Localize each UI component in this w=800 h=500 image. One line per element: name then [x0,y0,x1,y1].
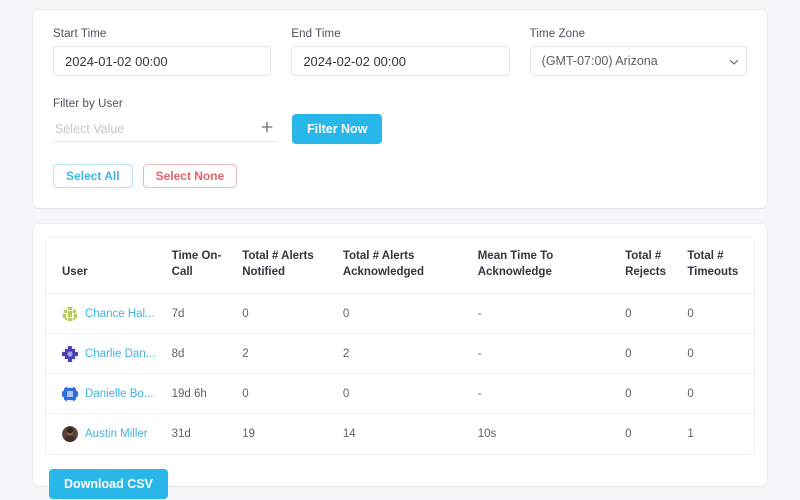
column-header-timeouts[interactable]: Total # Timeouts [681,237,754,294]
filter-by-user-field: Filter by User Select Value [53,98,278,142]
cell-alerts-acknowledged: 0 [337,374,472,414]
selection-buttons-row: Select All Select None [53,164,747,188]
cell-time-on-call: 8d [166,334,237,374]
avatar-photo [62,426,78,442]
time-zone-select[interactable]: (GMT-07:00) Arizona [530,46,747,76]
time-zone-label: Time Zone [530,28,747,40]
avatar-identicon-blue [62,386,78,402]
column-header-user[interactable]: User [46,237,166,294]
end-time-label: End Time [291,28,509,40]
user-select-input[interactable]: Select Value [53,116,278,142]
cell-mean-time-to-ack: - [472,374,619,414]
cell-user: Charlie Dan... [46,334,166,374]
cell-mean-time-to-ack: - [472,294,619,334]
filter-by-user-label: Filter by User [53,98,278,110]
cell-rejects: 0 [619,414,681,454]
cell-rejects: 0 [619,374,681,414]
table-row: Danielle Bo... 19d 6h 0 0 - 0 0 [46,374,754,414]
report-page: Start Time End Time Time Zone (GMT-07:00… [0,0,800,500]
cell-alerts-acknowledged: 14 [337,414,472,454]
cell-user: Chance Hal... [46,294,166,334]
avatar-identicon-green [62,306,78,322]
filter-now-button[interactable]: Filter Now [292,114,382,144]
column-header-time-on-call[interactable]: Time On-Call [166,237,237,294]
cell-timeouts: 0 [681,334,754,374]
end-time-field: End Time [291,28,509,76]
filter-panel: Start Time End Time Time Zone (GMT-07:00… [33,10,767,208]
oncall-report-table-container: User Time On-Call Total # Alerts Notifie… [45,236,755,455]
table-header-row: User Time On-Call Total # Alerts Notifie… [46,237,754,294]
start-time-field: Start Time [53,28,271,76]
download-csv-button[interactable]: Download CSV [49,469,168,499]
cell-alerts-notified: 19 [236,414,337,454]
table-row: Chance Hal... 7d 0 0 - 0 0 [46,294,754,334]
cell-mean-time-to-ack: 10s [472,414,619,454]
table-row: Austin Miller 31d 19 14 10s 0 1 [46,414,754,454]
start-time-input[interactable] [53,46,271,76]
cell-alerts-acknowledged: 2 [337,334,472,374]
cell-alerts-notified: 0 [236,374,337,414]
select-all-button[interactable]: Select All [53,164,133,188]
cell-timeouts: 0 [681,374,754,414]
plus-icon[interactable] [260,120,274,134]
cell-rejects: 0 [619,294,681,334]
cell-timeouts: 0 [681,294,754,334]
date-range-row: Start Time End Time Time Zone (GMT-07:00… [53,28,747,76]
cell-alerts-notified: 2 [236,334,337,374]
user-name-link[interactable]: Danielle Bo... [85,388,153,400]
user-name-link[interactable]: Charlie Dan... [85,348,155,360]
cell-time-on-call: 19d 6h [166,374,237,414]
column-header-mean-time-to-ack[interactable]: Mean Time To Acknowledge [472,237,619,294]
cell-user: Austin Miller [46,414,166,454]
avatar-identicon-indigo [62,346,78,362]
download-row: Download CSV [45,469,755,499]
cell-alerts-notified: 0 [236,294,337,334]
time-zone-value: (GMT-07:00) Arizona [530,46,747,76]
cell-user: Danielle Bo... [46,374,166,414]
user-name-link[interactable]: Chance Hal... [85,308,155,320]
user-filter-row: Filter by User Select Value Filter Now [53,98,747,142]
end-time-input[interactable] [291,46,509,76]
cell-mean-time-to-ack: - [472,334,619,374]
table-row: Charlie Dan... 8d 2 2 - 0 0 [46,334,754,374]
user-select-placeholder: Select Value [53,122,124,136]
table-body: Chance Hal... 7d 0 0 - 0 0 [46,294,754,454]
results-panel: User Time On-Call Total # Alerts Notifie… [33,224,767,486]
cell-alerts-acknowledged: 0 [337,294,472,334]
cell-time-on-call: 31d [166,414,237,454]
column-header-alerts-acknowledged[interactable]: Total # Alerts Acknowledged [337,237,472,294]
select-none-button[interactable]: Select None [143,164,238,188]
time-zone-field: Time Zone (GMT-07:00) Arizona [530,28,747,76]
start-time-label: Start Time [53,28,271,40]
cell-timeouts: 1 [681,414,754,454]
column-header-alerts-notified[interactable]: Total # Alerts Notified [236,237,337,294]
cell-rejects: 0 [619,334,681,374]
column-header-rejects[interactable]: Total # Rejects [619,237,681,294]
user-name-link[interactable]: Austin Miller [85,428,148,440]
cell-time-on-call: 7d [166,294,237,334]
oncall-report-table: User Time On-Call Total # Alerts Notifie… [46,237,754,454]
table-header: User Time On-Call Total # Alerts Notifie… [46,237,754,294]
